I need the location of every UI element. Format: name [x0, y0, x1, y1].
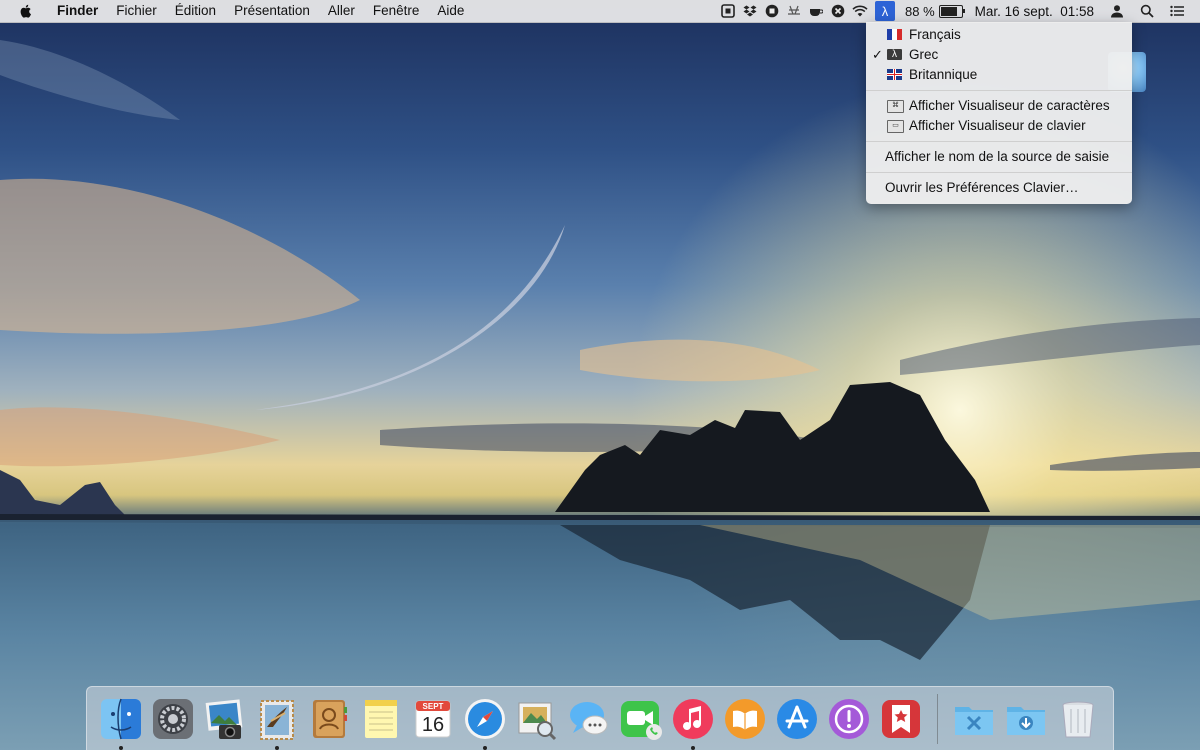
screen-icon[interactable]	[717, 0, 739, 22]
menu-bar-left: Finder Fichier Édition Présentation Alle…	[0, 0, 473, 22]
language-label: Grec	[909, 47, 939, 62]
applications-folder-icon[interactable]	[952, 697, 996, 741]
facetime-icon[interactable]	[619, 697, 663, 741]
menu-separator	[866, 141, 1132, 142]
menu-item-keyboard-viewer[interactable]: ▭ Afficher Visualiseur de clavier	[866, 116, 1132, 136]
menu-item-open-keyboard-prefs[interactable]: Ouvrir les Préférences Clavier…	[866, 178, 1132, 198]
battery-percent[interactable]: 88 %	[905, 4, 935, 19]
running-indicator	[483, 745, 487, 750]
mail-icon[interactable]	[255, 697, 299, 750]
menu-item-label: Afficher Visualiseur de caractères	[909, 98, 1110, 113]
safari-icon[interactable]	[463, 697, 507, 750]
menu-fenetre[interactable]: Fenêtre	[364, 0, 429, 22]
stop-icon[interactable]	[761, 0, 783, 22]
battery-icon[interactable]	[938, 4, 965, 18]
notes-icon[interactable]	[359, 697, 403, 741]
menu-clock[interactable]: Mar. 16 sept. 01:58	[975, 4, 1094, 19]
trash-icon[interactable]	[1056, 697, 1100, 741]
finder-icon[interactable]	[99, 697, 143, 750]
circle-x-icon[interactable]	[827, 0, 849, 22]
messages-icon[interactable]	[567, 697, 611, 741]
menu-item-show-input-name[interactable]: Afficher le nom de la source de saisie	[866, 147, 1132, 167]
menu-aide[interactable]: Aide	[428, 0, 473, 22]
itunes-icon[interactable]	[671, 697, 715, 750]
app-menu-finder[interactable]: Finder	[48, 0, 107, 22]
ibooks-icon[interactable]	[723, 697, 767, 741]
menu-separator	[866, 172, 1132, 173]
menu-item-britannique[interactable]: Britannique	[866, 65, 1132, 85]
menu-aller[interactable]: Aller	[319, 0, 364, 22]
dock: SEPT 16	[86, 686, 1114, 750]
greek-input-icon: λ	[887, 49, 902, 60]
adobe-icon[interactable]	[783, 0, 805, 22]
running-indicator	[691, 745, 695, 750]
checkmark-icon: ✓	[872, 47, 883, 62]
running-indicator	[275, 745, 279, 750]
menu-edition[interactable]: Édition	[166, 0, 225, 22]
contacts-icon[interactable]	[307, 697, 351, 741]
calendar-month: SEPT	[423, 702, 444, 711]
menu-fichier[interactable]: Fichier	[107, 0, 166, 22]
menu-item-francais[interactable]: Français	[866, 25, 1132, 45]
system-preferences-icon[interactable]	[151, 697, 195, 741]
menu-presentation[interactable]: Présentation	[225, 0, 319, 22]
menu-bar-status: λ 88 % Mar. 16 sept. 01:58	[717, 0, 1200, 22]
notification-center-icon[interactable]	[1166, 0, 1188, 22]
coffee-icon[interactable]	[805, 0, 827, 22]
app-store-icon[interactable]	[775, 697, 819, 741]
input-source-menu: Français ✓ λ Grec Britannique ⌘ Afficher…	[866, 22, 1132, 204]
wunderlist-icon[interactable]	[879, 697, 923, 741]
user-icon[interactable]	[1106, 0, 1128, 22]
calendar-day: 16	[422, 714, 444, 736]
apple-icon[interactable]	[18, 3, 34, 19]
iphoto-icon[interactable]	[203, 697, 247, 741]
downloads-folder-icon[interactable]	[1004, 697, 1048, 741]
spotlight-icon[interactable]	[1136, 0, 1158, 22]
character-viewer-icon: ⌘	[887, 100, 904, 113]
keyboard-viewer-icon: ▭	[887, 120, 904, 133]
podcasts-icon[interactable]	[827, 697, 871, 741]
preview-icon[interactable]	[515, 697, 559, 741]
input-source-menu-button[interactable]: λ	[875, 1, 896, 21]
dock-separator	[937, 693, 938, 744]
menu-bar: Finder Fichier Édition Présentation Alle…	[0, 0, 1200, 23]
uk-flag-icon	[887, 69, 902, 80]
dropbox-icon[interactable]	[739, 0, 761, 22]
menu-item-grec[interactable]: ✓ λ Grec	[866, 45, 1132, 65]
menu-item-character-viewer[interactable]: ⌘ Afficher Visualiseur de caractères	[866, 96, 1132, 116]
menu-separator	[866, 90, 1132, 91]
running-indicator	[119, 745, 123, 750]
wifi-icon[interactable]	[849, 0, 871, 22]
language-label: Britannique	[909, 67, 978, 82]
calendar-icon[interactable]: SEPT 16	[411, 697, 455, 741]
language-label: Français	[909, 27, 961, 42]
menu-item-label: Afficher Visualiseur de clavier	[909, 118, 1086, 133]
france-flag-icon	[887, 29, 902, 40]
